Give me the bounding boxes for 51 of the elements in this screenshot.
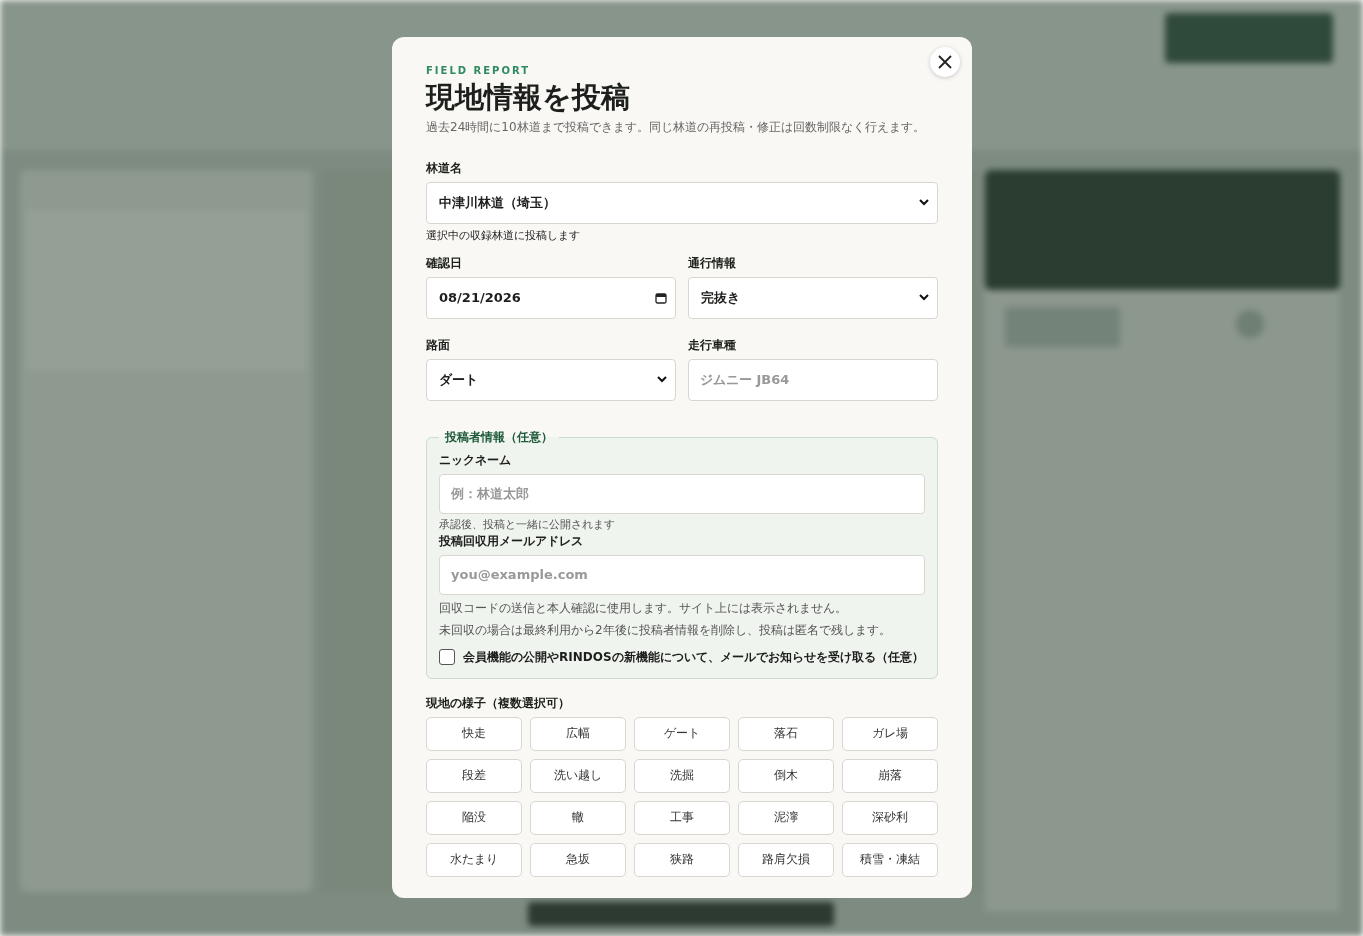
field-label: 投稿回収用メールアドレス — [439, 532, 584, 550]
chevron-icon — [919, 199, 929, 207]
condition-chip[interactable]: 落石 — [738, 716, 834, 751]
condition-chip[interactable]: 倒木 — [738, 758, 834, 793]
field-label: 路面 — [426, 336, 451, 354]
condition-chip[interactable]: 洗掘 — [634, 758, 730, 793]
condition-chip[interactable]: 積雪・凍結 — [842, 842, 938, 877]
passage-select[interactable]: 完抜き — [688, 276, 938, 319]
condition-chip[interactable]: 水たまり — [426, 842, 522, 877]
field-label: 現地の様子（複数選択可） — [426, 694, 571, 712]
field-label: 確認日 — [426, 254, 463, 272]
email-input[interactable]: you@example.com — [439, 554, 925, 595]
condition-chip[interactable]: 急坂 — [530, 842, 626, 877]
condition-chip[interactable]: 洗い越し — [530, 758, 626, 793]
field-label: 走行車種 — [688, 336, 737, 354]
condition-chip[interactable]: 深砂利 — [842, 800, 938, 835]
chevron-icon — [657, 376, 667, 384]
help-text: 承認後、投稿と一緒に公開されます — [439, 516, 616, 532]
help-text: 選択中の収録林道に投稿します — [426, 227, 581, 243]
dialog-title: 現地情報を投稿 — [426, 80, 631, 115]
condition-chip[interactable]: ガレ場 — [842, 716, 938, 751]
checkbox-label: 会員機能の公開やRINDOSの新機能について、メールでお知らせを受け取る（任意） — [463, 648, 924, 666]
help-text: 回収コードの送信と本人確認に使用します。サイト上には表示されません。 — [439, 599, 848, 617]
road-select[interactable]: 中津川林道（埼玉） — [426, 181, 938, 224]
vehicle-input[interactable]: ジムニー JB64 — [688, 358, 938, 401]
panel-legend: 投稿者情報（任意） — [439, 428, 559, 446]
surface-select[interactable]: ダート — [426, 358, 676, 401]
condition-chip[interactable]: 工事 — [634, 800, 730, 835]
dialog-description: 過去24時間に10林道まで投稿できます。同じ林道の再投稿・修正は回数制限なく行えます。 — [426, 118, 926, 136]
condition-chip[interactable]: ゲート — [634, 716, 730, 751]
chevron-icon — [919, 294, 929, 302]
date-field[interactable]: 08/21/2026 — [426, 276, 676, 319]
field-label: 林道名 — [426, 159, 463, 177]
condition-chip[interactable]: 陥没 — [426, 800, 522, 835]
condition-chip[interactable]: 泥濘 — [738, 800, 834, 835]
condition-chip[interactable]: 崩落 — [842, 758, 938, 793]
condition-chip[interactable]: 段差 — [426, 758, 522, 793]
eyebrow-label: FIELD REPORT — [426, 65, 531, 76]
nickname-input[interactable]: 例：林道太郎 — [439, 473, 925, 514]
close-icon — [937, 54, 953, 70]
field-label: 通行情報 — [688, 254, 737, 272]
help-text: 未回収の場合は最終利用から2年後に投稿者情報を削除し、投稿は匿名で残します。 — [439, 621, 892, 639]
calendar-icon — [655, 291, 667, 304]
close-button[interactable] — [930, 47, 960, 77]
checkbox[interactable] — [439, 649, 455, 666]
condition-chip[interactable]: 快走 — [426, 716, 522, 751]
condition-chip[interactable]: 轍 — [530, 800, 626, 835]
condition-chip[interactable]: 狭路 — [634, 842, 730, 877]
condition-chip[interactable]: 路肩欠損 — [738, 842, 834, 877]
field-label: ニックネーム — [439, 451, 512, 469]
condition-chip[interactable]: 広幅 — [530, 716, 626, 751]
